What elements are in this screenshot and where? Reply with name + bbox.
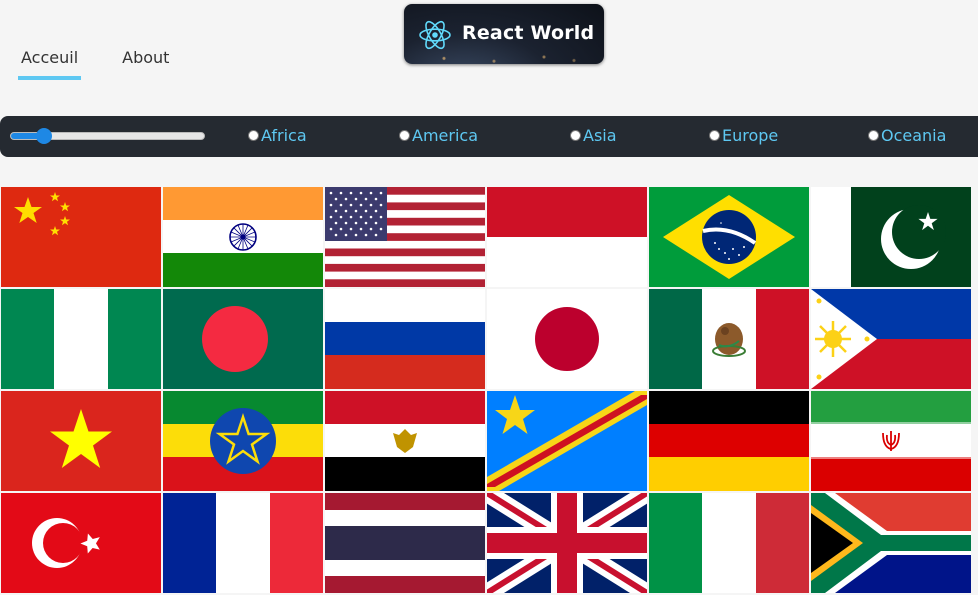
ethiopia-flag-icon (163, 391, 323, 491)
flag-card-france[interactable] (163, 493, 323, 593)
south-africa-flag-icon (811, 493, 971, 593)
region-option-america[interactable]: America (399, 126, 478, 145)
radio-america[interactable] (399, 130, 410, 141)
russia-flag-icon (325, 289, 485, 389)
radio-africa[interactable] (248, 130, 259, 141)
logo-text: React World (462, 22, 595, 44)
flag-grid (0, 187, 971, 593)
flag-card-bangladesh[interactable] (163, 289, 323, 389)
flag-card-pakistan[interactable] (811, 187, 971, 287)
region-label-europe: Europe (722, 126, 779, 145)
flag-card-dr-congo[interactable] (487, 391, 647, 491)
region-option-asia[interactable]: Asia (570, 126, 617, 145)
flag-card-ethiopia[interactable] (163, 391, 323, 491)
nigeria-flag-icon (1, 289, 161, 389)
flag-card-japan[interactable] (487, 289, 647, 389)
radio-asia[interactable] (570, 130, 581, 141)
turkey-flag-icon (1, 493, 161, 593)
mexico-flag-icon (649, 289, 809, 389)
flag-card-brazil[interactable] (649, 187, 809, 287)
flag-card-mexico[interactable] (649, 289, 809, 389)
region-label-africa: Africa (261, 126, 307, 145)
region-label-oceania: Oceania (881, 126, 947, 145)
india-flag-icon (163, 187, 323, 287)
japan-flag-icon (487, 289, 647, 389)
nav-link-accueil[interactable]: Acceuil (18, 46, 82, 80)
flag-card-south-africa[interactable] (811, 493, 971, 593)
dr-congo-flag-icon (487, 391, 647, 491)
italy-flag-icon (649, 493, 809, 593)
flag-card-thailand[interactable] (325, 493, 485, 593)
vietnam-flag-icon (1, 391, 161, 491)
flag-card-turkey[interactable] (1, 493, 161, 593)
flag-card-indonesia[interactable] (487, 187, 647, 287)
indonesia-flag-icon (487, 187, 647, 287)
flag-card-germany[interactable] (649, 391, 809, 491)
flag-card-russia[interactable] (325, 289, 485, 389)
usa-flag-icon (325, 187, 485, 287)
pakistan-flag-icon (811, 187, 971, 287)
flag-card-india[interactable] (163, 187, 323, 287)
germany-flag-icon (649, 391, 809, 491)
brazil-flag-icon (649, 187, 809, 287)
china-flag-icon (1, 187, 161, 287)
bangladesh-flag-icon (163, 289, 323, 389)
region-option-europe[interactable]: Europe (709, 126, 778, 145)
population-slider[interactable] (10, 128, 205, 144)
iran-flag-icon (811, 391, 971, 491)
radio-europe[interactable] (709, 130, 720, 141)
flag-card-nigeria[interactable] (1, 289, 161, 389)
region-label-america: America (412, 126, 478, 145)
react-world-logo[interactable]: React World (404, 4, 604, 64)
region-option-oceania[interactable]: Oceania (868, 126, 946, 145)
slider-thumb[interactable] (35, 128, 52, 144)
philippines-flag-icon (811, 289, 971, 389)
flag-card-usa[interactable] (325, 187, 485, 287)
flag-card-vietnam[interactable] (1, 391, 161, 491)
flag-card-china[interactable] (1, 187, 161, 287)
flag-card-united-kingdom[interactable] (487, 493, 647, 593)
nav-link-about[interactable]: About (119, 46, 172, 80)
region-option-africa[interactable]: Africa (248, 126, 307, 145)
region-label-asia: Asia (583, 126, 617, 145)
france-flag-icon (163, 493, 323, 593)
flag-card-iran[interactable] (811, 391, 971, 491)
main-nav: Acceuil About (18, 46, 172, 80)
flag-card-egypt[interactable] (325, 391, 485, 491)
egypt-flag-icon (325, 391, 485, 491)
uk-flag-icon (487, 493, 647, 593)
flag-card-philippines[interactable] (811, 289, 971, 389)
react-atom-icon (419, 20, 451, 50)
flag-card-italy[interactable] (649, 493, 809, 593)
logo-city-lights (404, 50, 604, 64)
thailand-flag-icon (325, 493, 485, 593)
radio-oceania[interactable] (868, 130, 879, 141)
